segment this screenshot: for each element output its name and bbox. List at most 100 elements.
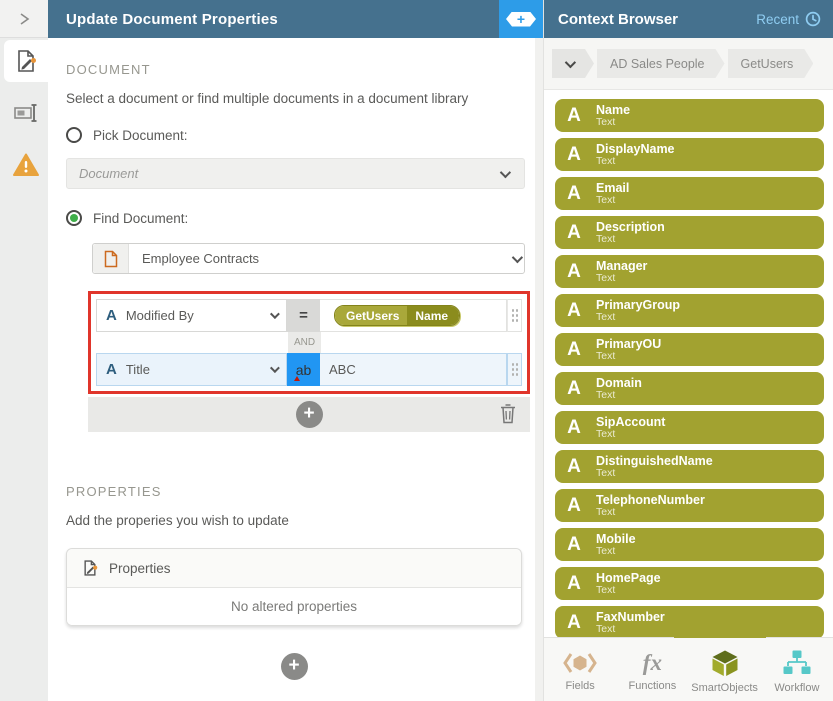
tab-fields[interactable]: Fields (544, 638, 616, 701)
properties-add-wrap: + (66, 653, 522, 680)
context-browser-header: Context Browser Recent (544, 0, 833, 38)
text-type-icon: A (567, 416, 581, 438)
add-filter-row-button[interactable]: + (295, 401, 323, 428)
field-tile[interactable]: A DisplayName Text (555, 138, 824, 171)
find-document-radio-row[interactable]: Find Document: (66, 210, 535, 226)
warning-triangle-icon (13, 153, 39, 176)
pick-document-label: Pick Document: (93, 127, 188, 143)
smartobjects-cube-icon (712, 650, 738, 676)
filter-field-dropdown[interactable]: A Title (96, 353, 287, 386)
text-type-icon: A (106, 307, 117, 324)
recent-button[interactable]: Recent (756, 11, 821, 27)
breadcrumb-collapse-button[interactable] (552, 49, 594, 78)
field-type: Text (596, 583, 616, 596)
document-edit-icon (84, 560, 98, 576)
filter-connector-row: AND (96, 332, 522, 353)
field-type: Text (596, 427, 616, 440)
properties-card: Properties No altered properties (66, 548, 522, 626)
sidebar-expand-button[interactable] (0, 0, 48, 38)
text-type-icon: A (567, 494, 581, 516)
tag-source: GetUsers (335, 306, 408, 325)
text-type-icon: A (567, 221, 581, 243)
tab-smartobjects[interactable]: SmartObjects (689, 638, 761, 701)
text-type-icon: A (567, 260, 581, 282)
pick-document-radio-row[interactable]: Pick Document: (66, 127, 535, 143)
field-type: Text (596, 271, 616, 284)
properties-header-label: Properties (109, 560, 171, 576)
sidebar-item-document-properties[interactable] (4, 40, 48, 82)
breadcrumb-item[interactable]: GetUsers (728, 49, 814, 78)
row-drag-handle[interactable] (507, 353, 522, 386)
filter-field-dropdown[interactable]: A Modified By (96, 299, 287, 332)
text-type-icon: A (567, 299, 581, 321)
text-type-icon: A (567, 572, 581, 594)
pick-document-dropdown[interactable]: Document (66, 158, 525, 189)
field-type: Text (596, 349, 616, 362)
field-type: Text (596, 544, 616, 557)
document-edit-icon (18, 50, 36, 72)
field-tile[interactable]: A Manager Text (555, 255, 824, 288)
filter-value-cell[interactable]: GetUsers Name (320, 299, 507, 332)
wizard-sidebar (0, 0, 48, 701)
row-drag-handle[interactable] (507, 299, 522, 332)
chevron-down-icon (511, 251, 524, 263)
field-tile[interactable]: A PrimaryOU Text (555, 333, 824, 366)
pick-document-radio[interactable] (66, 127, 82, 143)
field-type: Text (596, 388, 616, 401)
add-context-button[interactable]: + (499, 0, 543, 38)
library-selected-value: Employee Contracts (142, 251, 260, 266)
text-type-icon: A (567, 611, 581, 633)
operator-like-button[interactable]: ab (287, 353, 320, 386)
chevron-down-icon (564, 56, 575, 67)
field-tile[interactable]: A DistinguishedName Text (555, 450, 824, 483)
field-type: Text (596, 154, 616, 167)
text-type-icon: A (106, 361, 117, 378)
sidebar-item-errors[interactable] (4, 144, 48, 186)
chevron-right-icon (20, 12, 30, 25)
field-name: Domain (596, 375, 642, 390)
properties-empty-message: No altered properties (67, 588, 521, 625)
find-document-label: Find Document: (93, 210, 189, 226)
field-type: Text (596, 505, 616, 518)
breadcrumb-item[interactable]: AD Sales People (597, 49, 725, 78)
field-tile[interactable]: A Email Text (555, 177, 824, 210)
field-tile[interactable]: A SipAccount Text (555, 411, 824, 444)
highlight-annotation: A Modified By = GetUsers Name AND A Titl… (88, 291, 530, 394)
field-name: TelephoneNumber (596, 492, 705, 507)
add-property-button[interactable]: + (280, 653, 308, 680)
field-type: Text (596, 115, 616, 128)
field-type: Text (596, 232, 616, 245)
app-window: Update Document Properties + DOCUMENT Se… (0, 0, 833, 701)
properties-card-header: Properties (67, 549, 521, 588)
field-tile[interactable]: A Mobile Text (555, 528, 824, 561)
breadcrumb: AD Sales People GetUsers (544, 38, 833, 90)
field-tile[interactable]: A Domain Text (555, 372, 824, 405)
document-library-dropdown[interactable]: Employee Contracts (92, 243, 525, 274)
tab-functions[interactable]: fx Functions (616, 638, 688, 701)
filter-action-bar: + (88, 397, 530, 432)
context-tag[interactable]: GetUsers Name (334, 305, 461, 326)
field-name: Name (596, 102, 631, 117)
field-tile[interactable]: A TelephoneNumber Text (555, 489, 824, 522)
field-tile[interactable]: A Description Text (555, 216, 824, 249)
field-tile[interactable]: A HomePage Text (555, 567, 824, 600)
main-content: DOCUMENT Select a document or find multi… (48, 38, 535, 701)
functions-icon: fx (642, 650, 662, 675)
filter-value-input[interactable]: ABC (320, 353, 507, 386)
sidebar-item-rename[interactable] (4, 92, 48, 134)
and-connector[interactable]: AND (288, 332, 321, 353)
field-name: SipAccount (596, 414, 666, 429)
field-type: Text (596, 622, 616, 635)
tab-workflow[interactable]: Workflow (761, 638, 833, 701)
text-type-icon: A (567, 338, 581, 360)
find-document-radio[interactable] (66, 210, 82, 226)
field-name: Manager (596, 258, 648, 273)
text-type-icon: A (567, 455, 581, 477)
field-tile[interactable]: A PrimaryGroup Text (555, 294, 824, 327)
drag-dots-icon (511, 361, 518, 378)
document-icon (104, 250, 117, 267)
context-browser-title: Context Browser (558, 10, 679, 28)
delete-filter-row-button[interactable] (499, 403, 517, 427)
field-tile[interactable]: A Name Text (555, 99, 824, 132)
operator-equals-button[interactable]: = (287, 299, 320, 332)
